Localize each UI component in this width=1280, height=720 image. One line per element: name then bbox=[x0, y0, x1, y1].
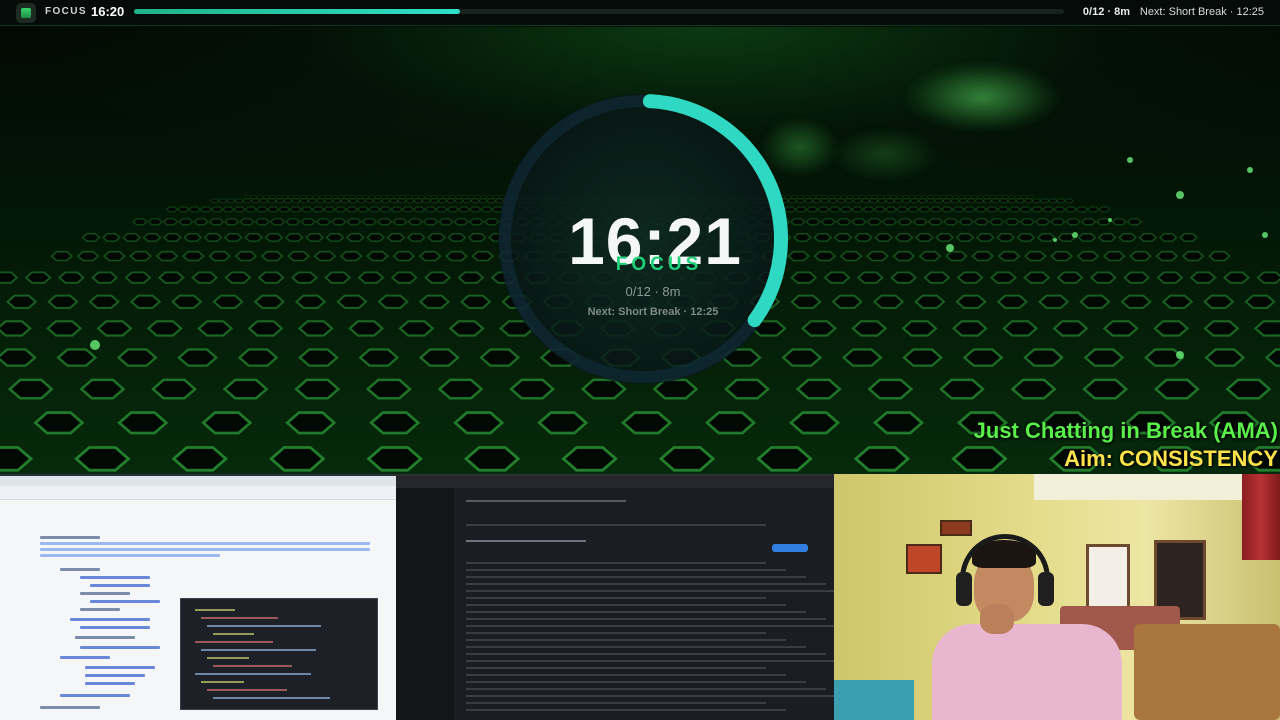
mail-action-button bbox=[772, 544, 808, 552]
text-line bbox=[85, 682, 135, 685]
mail-row bbox=[466, 653, 826, 655]
mail-tab-row bbox=[466, 524, 766, 526]
code-line bbox=[207, 657, 249, 659]
text-line bbox=[80, 576, 150, 579]
next-break-info: Next: Short Break · 12:25 bbox=[1139, 6, 1264, 18]
text-line bbox=[90, 600, 160, 603]
focus-timer: 16:21 FOCUS 0/12 · 8m Next: Short Break … bbox=[495, 82, 815, 392]
text-line bbox=[70, 618, 150, 621]
text-line bbox=[40, 548, 370, 551]
red-curtain bbox=[1242, 474, 1280, 560]
mail-row bbox=[466, 590, 834, 592]
session-count: 0/12 · 8m bbox=[1082, 6, 1130, 18]
mini-timer: 16:20 bbox=[91, 4, 125, 19]
browser-tab-bar bbox=[0, 476, 396, 486]
code-line bbox=[201, 617, 278, 619]
mail-row bbox=[466, 597, 766, 599]
mail-row bbox=[466, 569, 786, 571]
mail-row bbox=[466, 688, 826, 690]
cycle-info: 0/12 · 8m bbox=[625, 284, 681, 299]
code-line bbox=[213, 665, 292, 667]
aim-overlay: Aim: CONSISTENCY bbox=[1064, 446, 1278, 471]
person-torso bbox=[932, 624, 1122, 720]
text-line bbox=[75, 636, 135, 639]
code-line bbox=[195, 641, 273, 643]
mail-titlebar bbox=[396, 476, 834, 488]
text-line bbox=[85, 674, 145, 677]
text-line bbox=[60, 656, 110, 659]
text-line bbox=[40, 706, 100, 709]
text-line bbox=[80, 626, 150, 629]
mail-row bbox=[466, 611, 806, 613]
text-line bbox=[80, 608, 120, 611]
phase-label: FOCUS bbox=[615, 254, 703, 275]
person-hand bbox=[980, 604, 1014, 634]
text-line bbox=[80, 646, 160, 649]
text-line bbox=[80, 592, 130, 595]
code-line bbox=[207, 625, 321, 627]
text-line bbox=[85, 666, 155, 669]
mail-sidebar bbox=[396, 488, 454, 720]
code-line bbox=[195, 609, 235, 611]
wall-painting bbox=[906, 544, 942, 574]
glow-hexagon-decoration bbox=[905, 62, 1060, 132]
mail-row bbox=[466, 702, 766, 704]
mail-row bbox=[466, 604, 786, 606]
code-line bbox=[207, 689, 287, 691]
mail-row bbox=[466, 618, 826, 620]
code-line bbox=[213, 697, 330, 699]
mail-row bbox=[466, 583, 826, 585]
wooden-chair bbox=[1134, 624, 1280, 720]
mail-row bbox=[466, 695, 834, 697]
mail-subject-row bbox=[466, 540, 586, 542]
mail-header-row bbox=[466, 500, 626, 502]
mail-row bbox=[466, 632, 766, 634]
mode-label: FOCUS bbox=[45, 6, 87, 17]
stream-title-overlay: Just Chatting in Break (AMA) bbox=[973, 418, 1278, 443]
code-line bbox=[201, 681, 244, 683]
top-status-bar: FOCUS 16:20 0/12 · 8m Next: Short Break … bbox=[0, 0, 1280, 26]
text-line bbox=[90, 584, 150, 587]
text-line bbox=[40, 536, 100, 539]
mail-row bbox=[466, 562, 766, 564]
window bbox=[1086, 544, 1130, 614]
wall-painting bbox=[940, 520, 972, 536]
mail-row bbox=[466, 660, 834, 662]
app-logo-icon bbox=[16, 3, 36, 23]
browser-toolbar bbox=[0, 486, 396, 500]
text-line bbox=[40, 554, 220, 557]
mail-row bbox=[466, 674, 786, 676]
session-progress-fill bbox=[134, 9, 460, 14]
mail-row bbox=[466, 681, 806, 683]
headphone-cup bbox=[956, 572, 972, 606]
glow-hexagon-decoration bbox=[830, 127, 940, 182]
blue-cushion bbox=[834, 680, 914, 720]
mail-row bbox=[466, 639, 786, 641]
webcam-feed bbox=[834, 474, 1280, 720]
code-line bbox=[213, 633, 254, 635]
screen-capture-mail bbox=[396, 474, 834, 720]
next-break-label: Next: Short Break · 12:25 bbox=[587, 306, 719, 318]
session-progress-bar bbox=[134, 9, 1064, 14]
mail-row bbox=[466, 667, 766, 669]
mail-row bbox=[466, 576, 806, 578]
text-line bbox=[60, 694, 130, 697]
mail-row bbox=[466, 646, 806, 648]
mail-row bbox=[466, 625, 834, 627]
screen-capture-browser bbox=[0, 474, 396, 720]
mail-row bbox=[466, 709, 786, 711]
text-line bbox=[60, 568, 100, 571]
code-line bbox=[195, 673, 311, 675]
headphone-cup bbox=[1038, 572, 1054, 606]
text-line bbox=[40, 542, 370, 545]
code-line bbox=[201, 649, 316, 651]
code-editor-window bbox=[180, 598, 378, 710]
